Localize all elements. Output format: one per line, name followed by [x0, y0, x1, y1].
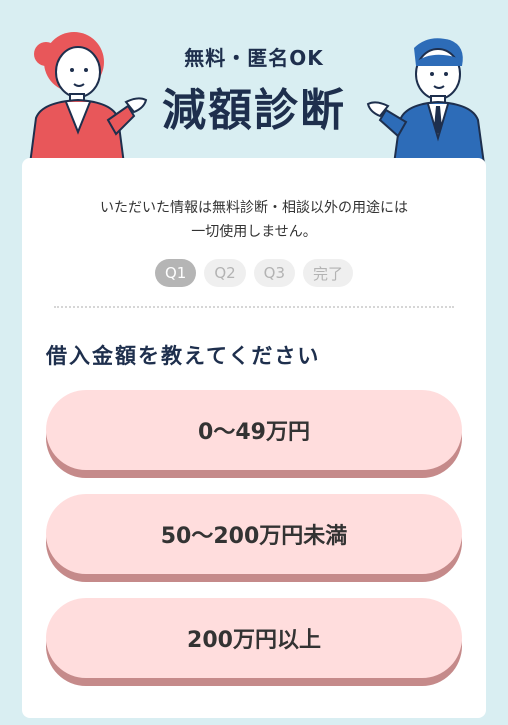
- header: 無料・匿名OK 減額診断: [0, 0, 508, 165]
- option-button-200-plus[interactable]: 200万円以上: [46, 598, 462, 678]
- privacy-notice-line-2: 一切使用しません。: [191, 224, 317, 240]
- privacy-notice: いただいた情報は無料診断・相談以外の用途には 一切使用しません。: [22, 196, 486, 244]
- step-indicator: Q1 Q2 Q3 完了: [22, 259, 486, 287]
- step-q1: Q1: [154, 259, 197, 287]
- option-label: 0〜49万円: [198, 420, 310, 445]
- step-q2: Q2: [204, 259, 246, 287]
- step-complete: 完了: [303, 259, 354, 287]
- option-button-0-49[interactable]: 0〜49万円: [46, 390, 462, 470]
- question-heading: 借入金額を教えてください: [46, 344, 321, 368]
- businessman-illustration: [366, 38, 486, 164]
- step-q3: Q3: [253, 259, 296, 287]
- option-label: 200万円以上: [187, 628, 321, 653]
- option-label: 50〜200万円未満: [160, 524, 348, 549]
- diagnosis-card: いただいた情報は無料診断・相談以外の用途には 一切使用しません。 Q1 Q2 Q…: [22, 158, 486, 718]
- privacy-notice-line-1: いただいた情報は無料診断・相談以外の用途には: [100, 200, 408, 216]
- option-button-50-200[interactable]: 50〜200万円未満: [46, 494, 462, 574]
- divider: [54, 306, 454, 308]
